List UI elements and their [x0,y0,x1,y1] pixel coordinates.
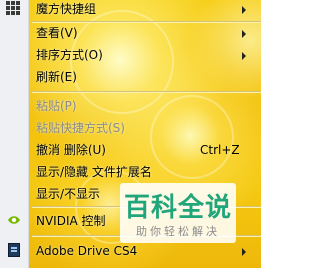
menu-item-label: 粘贴(P) [36,99,77,113]
menu-item-sort-by[interactable]: 排序方式(O) [0,44,261,66]
menu-item-undo-delete[interactable]: 撤消 删除(U) Ctrl+Z [0,139,261,161]
submenu-arrow-icon [242,248,246,256]
menu-separator [32,91,261,93]
menu-item-mofang-group[interactable]: 魔方快捷组 [0,0,261,20]
menu-item-toggle-extensions[interactable]: 显示/隐藏 文件扩展名 [0,161,261,183]
menu-item-label: 粘贴快捷方式(S) [36,121,125,135]
menu-item-label: 查看(V) [36,26,78,40]
nvidia-icon [8,216,20,224]
watermark-subtitle: 助你轻松解决 [136,225,220,238]
menu-item-view[interactable]: 查看(V) [0,22,261,44]
menu-item-paste-shortcut: 粘贴快捷方式(S) [0,117,261,139]
menu-item-shortcut: Ctrl+Z [200,143,240,157]
menu-item-adobe-drive[interactable]: Adobe Drive CS4 [0,240,261,262]
menu-item-paste: 粘贴(P) [0,95,261,117]
menu-item-label: Adobe Drive CS4 [36,244,138,258]
menu-item-label: 排序方式(O) [36,48,103,62]
watermark-title: 百科全说 [123,193,232,223]
submenu-arrow-icon [242,30,246,38]
menu-item-label: NVIDIA 控制 [36,214,106,228]
watermark-logo: 百科全说 助你轻松解决 [120,183,236,243]
menu-item-label: 显示/隐藏 文件扩展名 [36,165,152,179]
menu-item-refresh[interactable]: 刷新(E) [0,66,261,88]
grid-icon [6,1,20,15]
adobe-drive-icon [8,243,20,257]
menu-item-label: 魔方快捷组 [36,2,97,16]
menu-item-label: 撤消 删除(U) [36,143,106,157]
menu-item-label: 刷新(E) [36,70,77,84]
submenu-arrow-icon [242,6,246,14]
menu-item-label: 显示/不显示 [36,187,101,201]
submenu-arrow-icon [242,52,246,60]
